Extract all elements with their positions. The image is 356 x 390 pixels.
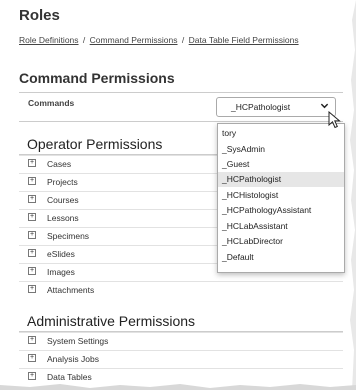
role-dropdown-list[interactable]: tory _SysAdmin _Guest _HCPathologist _HC…	[217, 123, 345, 273]
expand-plus-icon[interactable]: +	[28, 249, 36, 257]
expand-plus-icon[interactable]: +	[28, 372, 36, 380]
role-option[interactable]: _HCLabDirector	[218, 234, 344, 249]
role-option[interactable]: tory	[218, 126, 344, 141]
expand-plus-icon[interactable]: +	[28, 267, 36, 275]
breadcrumb-role-definitions[interactable]: Role Definitions	[19, 35, 79, 45]
breadcrumb-separator: /	[82, 35, 86, 45]
permission-label: Specimens	[47, 231, 90, 241]
expand-plus-icon[interactable]: +	[28, 195, 36, 203]
permission-label: Images	[47, 267, 75, 277]
administrative-permissions-title: Administrative Permissions	[27, 313, 196, 329]
permission-row-analysis-jobs[interactable]: + Analysis Jobs	[19, 350, 343, 368]
role-option[interactable]: _Guest	[218, 157, 344, 172]
role-option[interactable]: _HCPathologyAssistant	[218, 203, 344, 218]
mouse-pointer-icon	[328, 111, 341, 129]
permission-label: Projects	[47, 177, 78, 187]
command-permissions-title: Command Permissions	[19, 70, 175, 86]
permission-row-attachments[interactable]: + Attachments	[19, 281, 343, 299]
expand-plus-icon[interactable]: +	[28, 285, 36, 293]
role-select-value: _HCPathologist	[231, 102, 291, 112]
commands-label: Commands	[28, 98, 75, 108]
permission-label: Cases	[47, 159, 72, 169]
torn-edge-decoration	[350, 0, 356, 390]
expand-plus-icon[interactable]: +	[28, 354, 36, 362]
expand-plus-icon[interactable]: +	[28, 213, 36, 221]
permission-label: Courses	[47, 195, 79, 205]
breadcrumb-command-permissions[interactable]: Command Permissions	[90, 35, 178, 45]
permission-label: System Settings	[47, 336, 109, 346]
breadcrumb-data-table-field-permissions[interactable]: Data Table Field Permissions	[189, 35, 299, 45]
permission-label: Lessons	[47, 213, 79, 223]
page-title: Roles	[19, 7, 60, 24]
expand-plus-icon[interactable]: +	[28, 159, 36, 167]
permission-row-system-settings[interactable]: + System Settings	[19, 332, 343, 350]
operator-permissions-title: Operator Permissions	[27, 136, 163, 152]
role-option-selected[interactable]: _HCPathologist	[218, 172, 344, 187]
role-option[interactable]: _Default	[218, 250, 344, 265]
role-option[interactable]: _SysAdmin	[218, 142, 344, 157]
role-select[interactable]: _HCPathologist	[216, 97, 336, 117]
expand-plus-icon[interactable]: +	[28, 177, 36, 185]
breadcrumb: Role Definitions / Command Permissions /…	[19, 35, 299, 45]
permission-label: eSlides	[47, 249, 75, 259]
expand-plus-icon[interactable]: +	[28, 231, 36, 239]
torn-edge-decoration	[0, 384, 356, 390]
breadcrumb-separator: /	[181, 35, 185, 45]
expand-plus-icon[interactable]: +	[28, 336, 36, 344]
role-option[interactable]: _HCLabAssistant	[218, 219, 344, 234]
commands-header: Commands _HCPathologist	[19, 92, 343, 122]
role-option[interactable]: _HCHistologist	[218, 188, 344, 203]
permission-label: Analysis Jobs	[47, 354, 99, 364]
permission-label: Attachments	[47, 285, 95, 295]
